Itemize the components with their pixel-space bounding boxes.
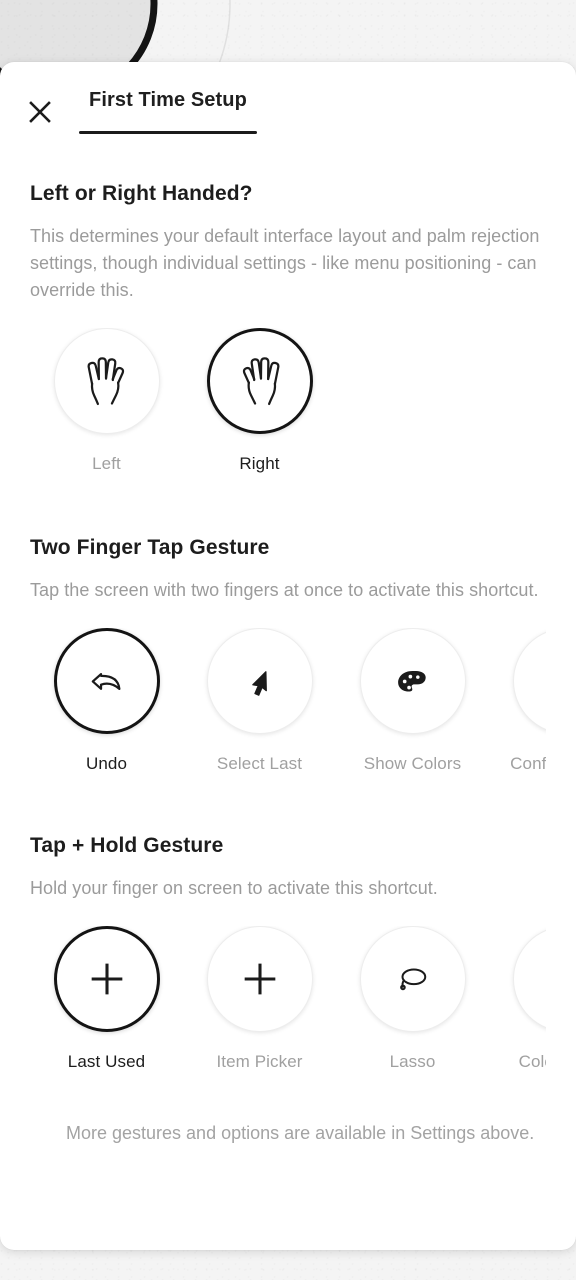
option-right-handed[interactable]: Right xyxy=(183,328,336,474)
option-select-last-circle xyxy=(206,628,313,734)
section-tap-hold: Tap + Hold Gesture Hold your finger on s… xyxy=(0,834,576,1072)
option-last-used[interactable]: Last Used xyxy=(30,926,183,1072)
cursor-arrow-icon xyxy=(251,671,267,696)
option-undo[interactable]: Undo xyxy=(30,628,183,774)
option-color-picker-circle xyxy=(512,926,547,1032)
tab-active-underline xyxy=(79,131,257,134)
option-item-picker-label: Item Picker xyxy=(216,1052,303,1071)
option-color-picker-label: Color Picker xyxy=(518,1052,546,1071)
section-desc-handedness: This determines your default interface l… xyxy=(30,226,540,300)
option-configure-tool[interactable]: Configure Tool xyxy=(489,628,546,774)
tap-hold-option-row[interactable]: Last Used Item Picker Lasso Col xyxy=(30,926,546,1072)
option-undo-circle xyxy=(53,628,160,734)
option-left-handed[interactable]: Left xyxy=(30,328,183,474)
option-show-colors-circle xyxy=(359,628,466,734)
handedness-option-row: Left Right xyxy=(30,328,546,474)
section-handedness: Left or Right Handed? This determines yo… xyxy=(0,182,576,474)
option-left-handed-circle xyxy=(53,328,160,434)
option-lasso[interactable]: Lasso xyxy=(336,926,489,1072)
option-left-handed-label: Left xyxy=(92,454,121,473)
option-undo-label: Undo xyxy=(85,754,128,773)
option-lasso-label: Lasso xyxy=(389,1052,436,1071)
plus-icon xyxy=(91,963,122,995)
option-right-handed-label: Right xyxy=(239,454,280,473)
tab-first-time-setup[interactable]: First Time Setup xyxy=(79,89,257,134)
first-time-setup-sheet: First Time Setup Left or Right Handed? T… xyxy=(0,62,576,1250)
footer-note: More gestures and options are available … xyxy=(66,1123,535,1143)
option-last-used-label: Last Used xyxy=(67,1052,146,1071)
wrench-icon xyxy=(546,661,547,701)
section-title-tap-hold: Tap + Hold Gesture xyxy=(30,834,224,857)
sheet-header: First Time Setup xyxy=(0,62,576,152)
close-icon xyxy=(29,101,51,123)
section-title-two-finger-tap: Two Finger Tap Gesture xyxy=(30,536,270,559)
section-two-finger-tap: Two Finger Tap Gesture Tap the screen wi… xyxy=(0,536,576,774)
section-desc-two-finger-tap: Tap the screen with two fingers at once … xyxy=(30,580,539,600)
option-color-picker[interactable]: Color Picker xyxy=(489,926,546,1072)
lasso-icon xyxy=(399,968,426,991)
section-title-handedness: Left or Right Handed? xyxy=(30,182,253,205)
option-show-colors[interactable]: Show Colors xyxy=(336,628,489,774)
eyedropper-icon xyxy=(546,959,547,999)
option-configure-tool-circle xyxy=(512,628,547,734)
section-desc-tap-hold: Hold your finger on screen to activate t… xyxy=(30,878,438,898)
left-hand-icon xyxy=(87,357,124,406)
option-item-picker-circle xyxy=(206,926,313,1032)
palette-icon xyxy=(397,670,426,692)
option-lasso-circle xyxy=(359,926,466,1032)
option-select-last-label: Select Last xyxy=(216,754,303,773)
option-item-picker[interactable]: Item Picker xyxy=(183,926,336,1072)
plus-icon xyxy=(244,963,275,995)
right-hand-icon xyxy=(242,357,279,406)
undo-arrow-icon xyxy=(91,673,120,690)
option-right-handed-circle xyxy=(206,328,313,434)
option-select-last[interactable]: Select Last xyxy=(183,628,336,774)
two-finger-tap-option-row[interactable]: Undo Select Last Show Colors Conf xyxy=(30,628,546,774)
option-last-used-circle xyxy=(53,926,160,1032)
option-show-colors-label: Show Colors xyxy=(363,754,462,773)
option-configure-tool-label: Configure Tool xyxy=(510,754,546,773)
close-button[interactable] xyxy=(22,94,58,130)
tab-first-time-setup-label: First Time Setup xyxy=(89,89,247,111)
